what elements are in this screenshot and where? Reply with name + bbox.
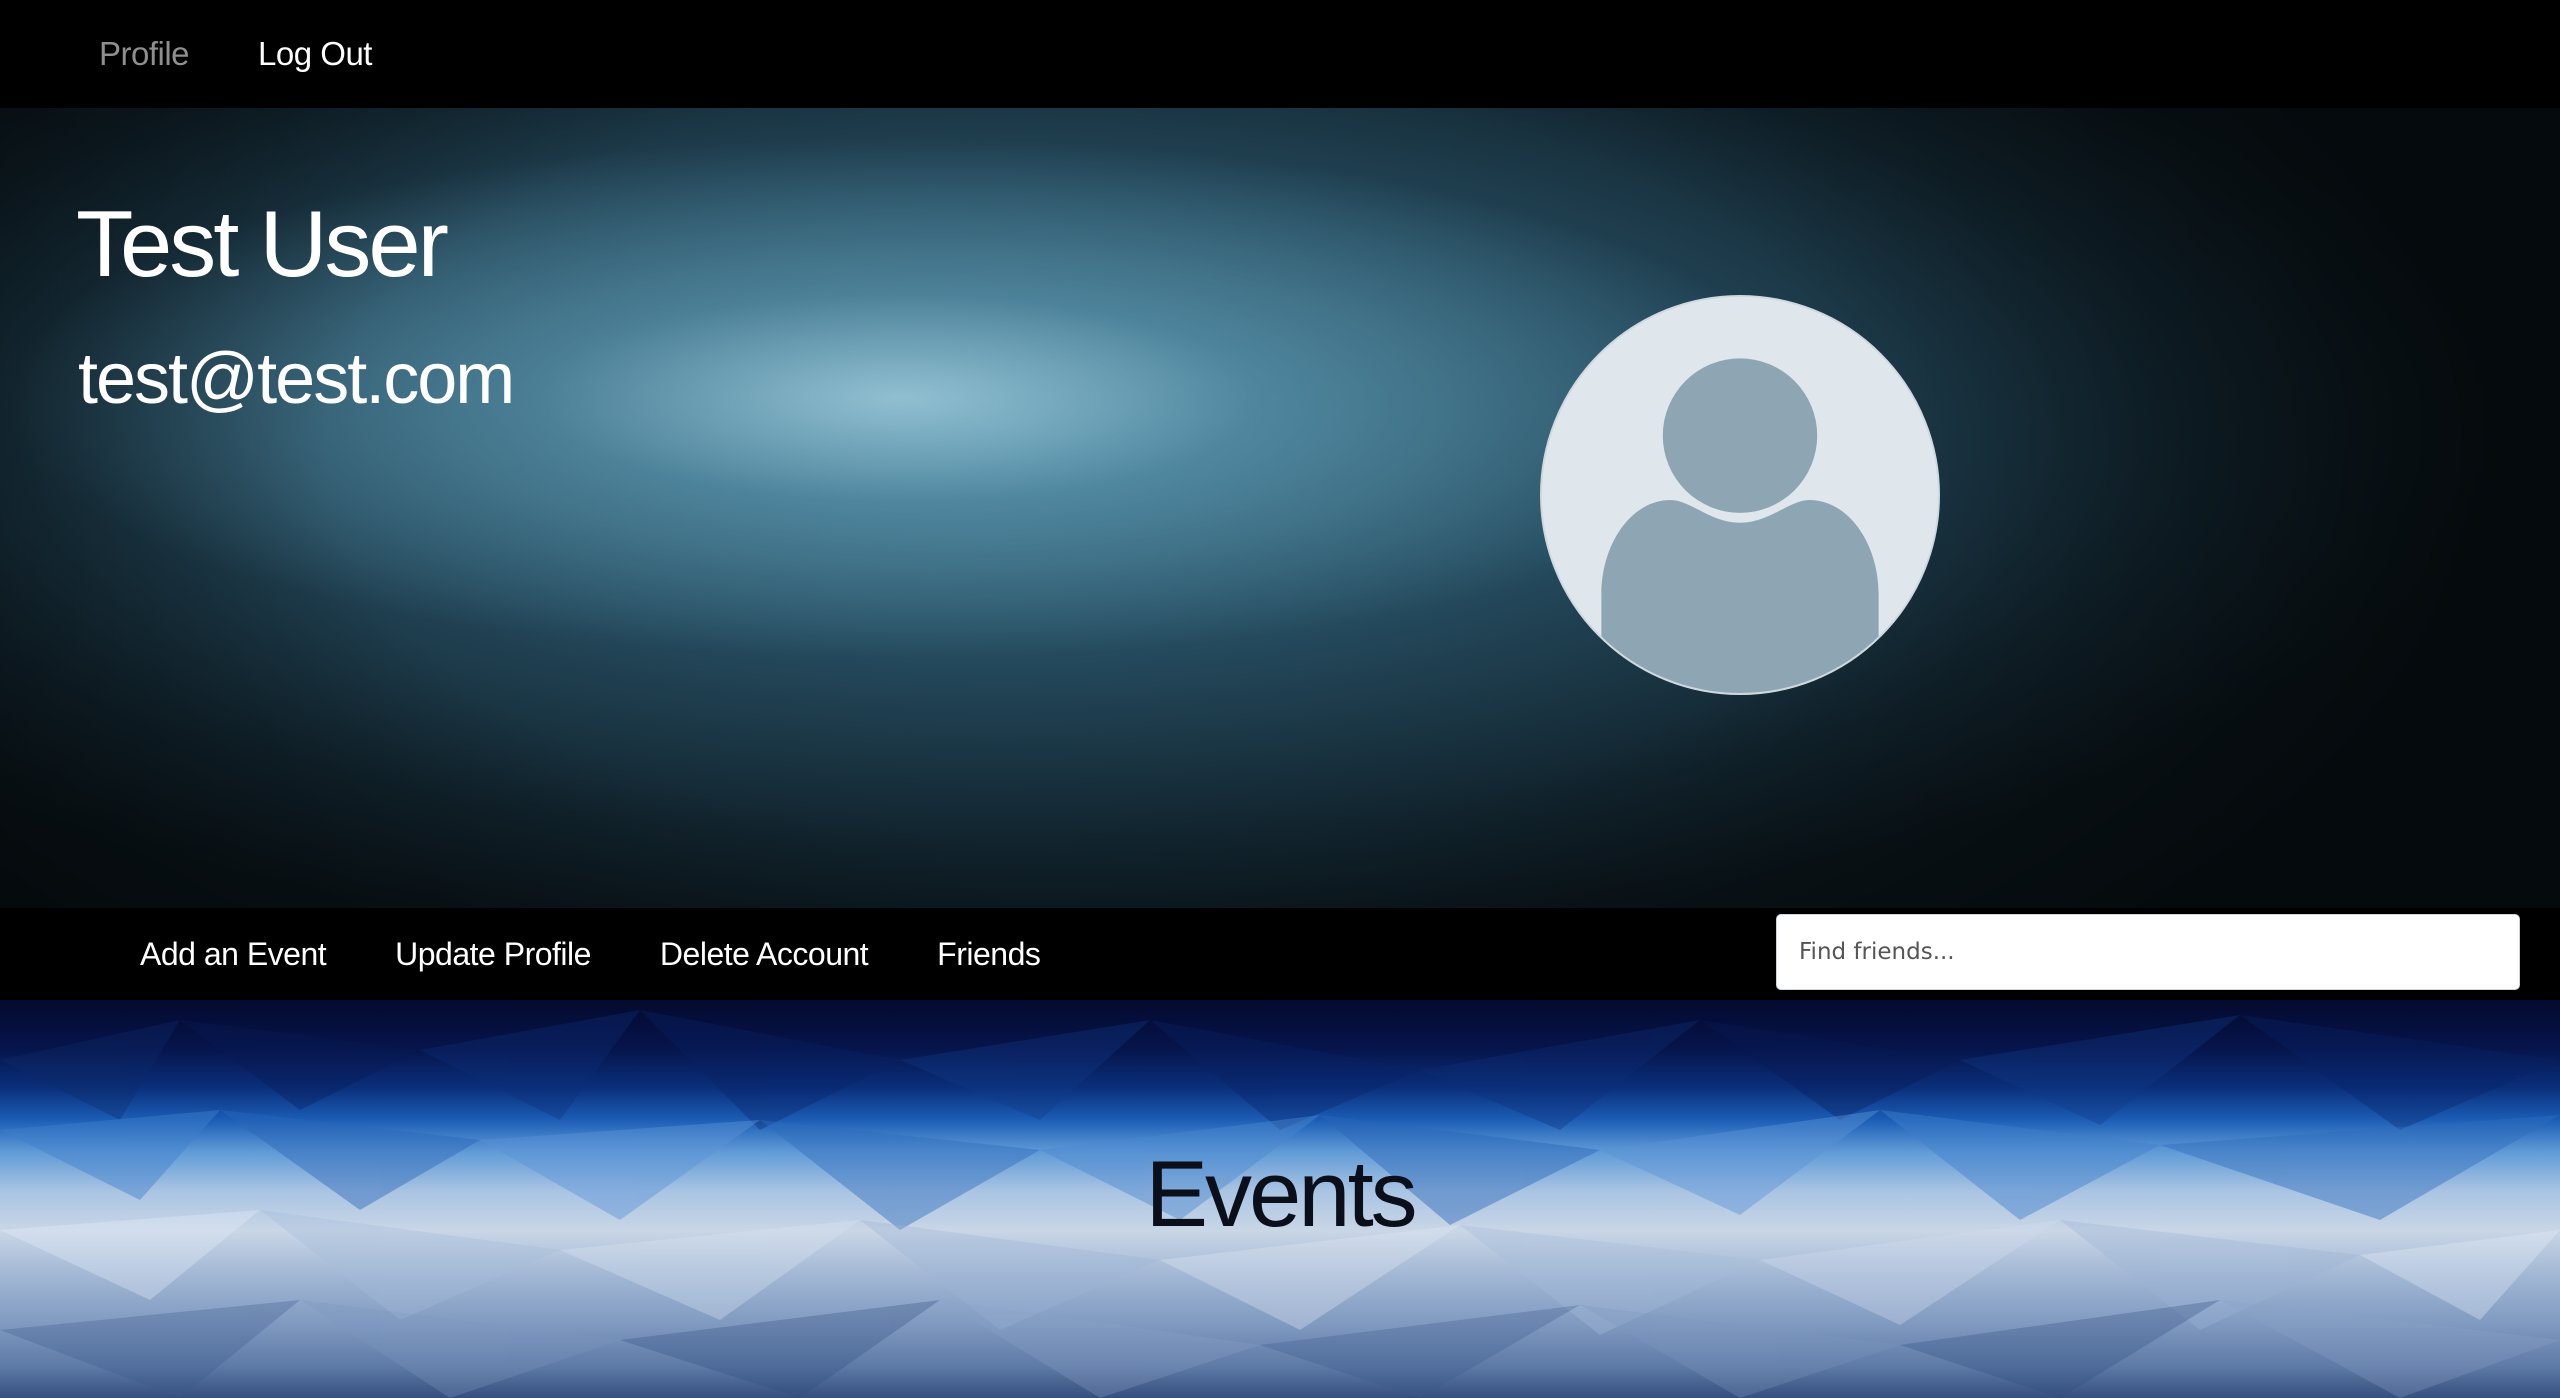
user-name: Test User	[76, 191, 449, 296]
avatar	[1540, 295, 1940, 695]
nav-link-logout[interactable]: Log Out	[258, 35, 372, 73]
add-event-link[interactable]: Add an Event	[140, 936, 327, 973]
delete-account-link[interactable]: Delete Account	[660, 936, 869, 973]
profile-hero: Test User test@test.com	[0, 108, 2560, 908]
update-profile-link[interactable]: Update Profile	[395, 936, 591, 973]
user-email: test@test.com	[78, 339, 515, 419]
find-friends-input[interactable]	[1776, 914, 2520, 990]
events-heading: Events	[1145, 1141, 1417, 1246]
top-navbar: Profile Log Out	[0, 0, 2560, 108]
events-section: Events	[0, 1000, 2560, 1398]
nav-link-profile[interactable]: Profile	[99, 35, 190, 73]
friends-link[interactable]: Friends	[937, 936, 1041, 973]
user-silhouette-icon	[1542, 297, 1938, 693]
